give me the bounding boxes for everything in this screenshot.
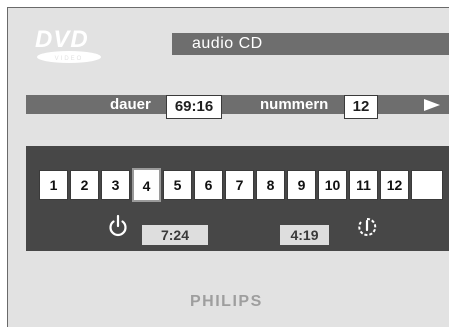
track-cell-3[interactable]: 3 bbox=[101, 170, 130, 200]
dvd-osd-screen: DVD VIDEO audio CD dauer 69:16 nummern 1… bbox=[7, 7, 449, 327]
duration-value: 69:16 bbox=[166, 95, 222, 119]
remaining-time: 4:19 bbox=[280, 225, 329, 245]
track-cell-12[interactable]: 12 bbox=[380, 170, 409, 200]
title-bar: audio CD bbox=[172, 33, 449, 55]
track-cell-8[interactable]: 8 bbox=[256, 170, 285, 200]
track-selector-panel: 1 2 3 4 5 6 7 8 9 10 11 12 7:24 4:19 bbox=[26, 146, 449, 251]
track-cell-4[interactable]: 4 bbox=[132, 168, 161, 202]
track-cell-11[interactable]: 11 bbox=[349, 170, 378, 200]
dvd-video-logo: DVD VIDEO bbox=[35, 26, 101, 63]
tracks-count-value: 12 bbox=[344, 95, 378, 119]
elapsed-time: 7:24 bbox=[142, 225, 208, 245]
track-cell-5[interactable]: 5 bbox=[163, 170, 192, 200]
brand-logo: PHILIPS bbox=[190, 293, 263, 310]
svg-text:VIDEO: VIDEO bbox=[55, 56, 84, 62]
power-icon bbox=[109, 214, 127, 237]
track-cell-9[interactable]: 9 bbox=[287, 170, 316, 200]
track-cell-10[interactable]: 10 bbox=[318, 170, 347, 200]
duration-label: dauer bbox=[110, 96, 151, 113]
track-cell-empty[interactable] bbox=[411, 170, 443, 200]
track-cell-7[interactable]: 7 bbox=[225, 170, 254, 200]
track-cell-2[interactable]: 2 bbox=[70, 170, 99, 200]
svg-text:DVD: DVD bbox=[35, 26, 89, 53]
track-cell-6[interactable]: 6 bbox=[194, 170, 223, 200]
play-icon[interactable] bbox=[424, 99, 440, 111]
tracks-label: nummern bbox=[260, 96, 329, 113]
track-cell-1[interactable]: 1 bbox=[39, 170, 68, 200]
disc-info-bar: dauer 69:16 nummern 12 bbox=[26, 95, 449, 119]
disc-type-title: audio CD bbox=[192, 35, 263, 52]
repeat-icon bbox=[358, 217, 377, 236]
